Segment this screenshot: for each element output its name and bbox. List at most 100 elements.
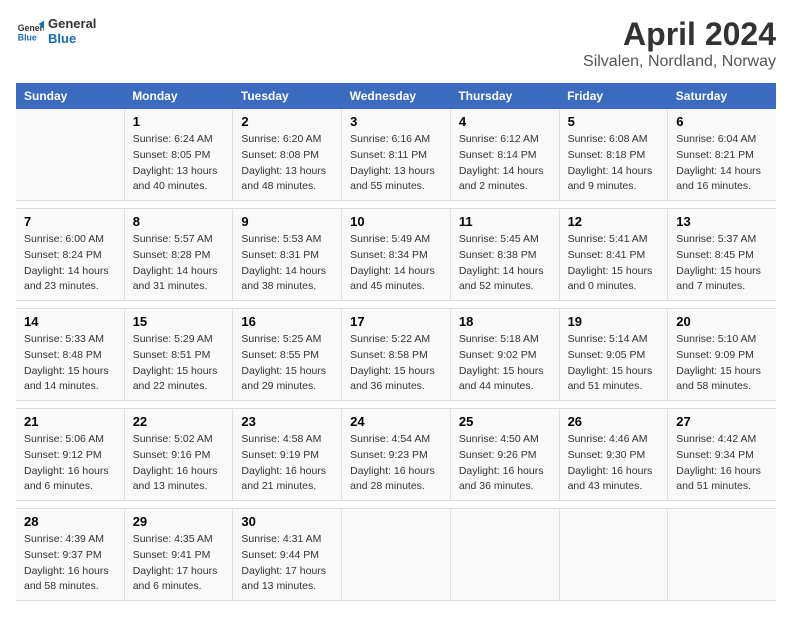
day-info: Sunrise: 5:10 AMSunset: 9:09 PMDaylight:…	[676, 332, 768, 395]
day-info: Sunrise: 5:45 AMSunset: 8:38 PMDaylight:…	[459, 232, 551, 295]
day-info-line: and 52 minutes.	[459, 280, 534, 292]
weekday-header-thursday: Thursday	[450, 83, 559, 109]
weekday-header-sunday: Sunday	[16, 83, 124, 109]
day-info-line: Sunset: 8:24 PM	[24, 249, 102, 261]
day-info-line: Sunset: 9:41 PM	[133, 549, 211, 561]
day-info-line: and 6 minutes.	[133, 580, 202, 592]
calendar-subtitle: Silvalen, Nordland, Norway	[583, 53, 776, 71]
day-info-line: Sunrise: 4:54 AM	[350, 433, 430, 445]
day-number: 27	[676, 414, 768, 429]
day-info-line: Daylight: 16 hours	[568, 465, 653, 477]
day-info: Sunrise: 6:12 AMSunset: 8:14 PMDaylight:…	[459, 132, 551, 195]
day-info-line: and 21 minutes.	[241, 480, 316, 492]
day-info: Sunrise: 5:33 AMSunset: 8:48 PMDaylight:…	[24, 332, 116, 395]
day-info-line: and 0 minutes.	[568, 280, 637, 292]
day-info-line: Daylight: 14 hours	[241, 265, 326, 277]
day-info-line: Sunrise: 5:33 AM	[24, 333, 104, 345]
day-info-line: Sunrise: 5:37 AM	[676, 233, 756, 245]
day-info-line: Sunrise: 4:46 AM	[568, 433, 648, 445]
day-info-line: and 23 minutes.	[24, 280, 99, 292]
calendar-cell	[342, 509, 451, 601]
calendar-cell: 12Sunrise: 5:41 AMSunset: 8:41 PMDayligh…	[559, 209, 668, 301]
day-number: 22	[133, 414, 225, 429]
day-number: 1	[133, 114, 225, 129]
page-header: General Blue GeneralBlue April 2024 Silv…	[16, 16, 776, 71]
day-info-line: Sunrise: 4:58 AM	[241, 433, 321, 445]
day-info-line: Daylight: 14 hours	[24, 265, 109, 277]
day-info-line: Sunset: 8:14 PM	[459, 149, 537, 161]
day-info-line: Sunrise: 5:45 AM	[459, 233, 539, 245]
day-info-line: Daylight: 17 hours	[241, 565, 326, 577]
week-row-3: 14 Sunrise: 5:33 AMSunset: 8:48 PMDayligh…	[16, 309, 776, 401]
day-info-line: Sunrise: 5:57 AM	[133, 233, 213, 245]
day-info-line: Sunrise: 6:04 AM	[676, 133, 756, 145]
day-info-line: Sunrise: 5:29 AM	[133, 333, 213, 345]
day-number: 4	[459, 114, 551, 129]
day-info-line: and 58 minutes.	[676, 380, 751, 392]
day-info-line: Sunrise: 5:18 AM	[459, 333, 539, 345]
day-info-line: Sunset: 9:09 PM	[676, 349, 754, 361]
weekday-header-row: SundayMondayTuesdayWednesdayThursdayFrid…	[16, 83, 776, 109]
day-info: Sunrise: 6:16 AMSunset: 8:11 PMDaylight:…	[350, 132, 442, 195]
day-number: 3	[350, 114, 442, 129]
day-info-line: Sunrise: 6:08 AM	[568, 133, 648, 145]
day-info-line: and 29 minutes.	[241, 380, 316, 392]
day-info-line: Sunrise: 5:41 AM	[568, 233, 648, 245]
calendar-cell: 16Sunrise: 5:25 AMSunset: 8:55 PMDayligh…	[233, 309, 342, 401]
day-number: 12	[568, 214, 660, 229]
day-info-line: Daylight: 15 hours	[241, 365, 326, 377]
calendar-cell: 30Sunrise: 4:31 AMSunset: 9:44 PMDayligh…	[233, 509, 342, 601]
week-spacer	[16, 501, 776, 509]
day-info-line: Sunrise: 6:12 AM	[459, 133, 539, 145]
day-info-line: Daylight: 15 hours	[24, 365, 109, 377]
weekday-header-monday: Monday	[124, 83, 233, 109]
day-info-line: and 7 minutes.	[676, 280, 745, 292]
day-info-line: and 14 minutes.	[24, 380, 99, 392]
calendar-cell: 15Sunrise: 5:29 AMSunset: 8:51 PMDayligh…	[124, 309, 233, 401]
day-info-line: Sunset: 9:23 PM	[350, 449, 428, 461]
calendar-cell: 27Sunrise: 4:42 AMSunset: 9:34 PMDayligh…	[668, 409, 776, 501]
calendar-cell: 19Sunrise: 5:14 AMSunset: 9:05 PMDayligh…	[559, 309, 668, 401]
day-info-line: Sunrise: 6:16 AM	[350, 133, 430, 145]
day-number: 26	[568, 414, 660, 429]
day-info-line: Sunset: 8:31 PM	[241, 249, 319, 261]
day-info-line: Daylight: 16 hours	[459, 465, 544, 477]
day-info: Sunrise: 5:02 AMSunset: 9:16 PMDaylight:…	[133, 432, 225, 495]
day-info-line: and 58 minutes.	[24, 580, 99, 592]
day-number: 2	[241, 114, 333, 129]
day-number: 10	[350, 214, 442, 229]
calendar-cell: 11Sunrise: 5:45 AMSunset: 8:38 PMDayligh…	[450, 209, 559, 301]
day-info-line: and 9 minutes.	[568, 180, 637, 192]
day-info: Sunrise: 6:08 AMSunset: 8:18 PMDaylight:…	[568, 132, 660, 195]
day-info-line: and 31 minutes.	[133, 280, 208, 292]
day-number: 13	[676, 214, 768, 229]
calendar-cell	[559, 509, 668, 601]
calendar-cell: 25Sunrise: 4:50 AMSunset: 9:26 PMDayligh…	[450, 409, 559, 501]
calendar-cell: 5Sunrise: 6:08 AMSunset: 8:18 PMDaylight…	[559, 109, 668, 201]
day-info-line: Sunset: 8:05 PM	[133, 149, 211, 161]
day-number: 14	[24, 314, 116, 329]
day-info-line: Sunrise: 5:53 AM	[241, 233, 321, 245]
title-block: April 2024 Silvalen, Nordland, Norway	[583, 16, 776, 71]
day-info-line: and 55 minutes.	[350, 180, 425, 192]
calendar-table: SundayMondayTuesdayWednesdayThursdayFrid…	[16, 83, 776, 601]
day-info: Sunrise: 6:20 AMSunset: 8:08 PMDaylight:…	[241, 132, 333, 195]
day-number: 30	[241, 514, 333, 529]
day-info-line: Daylight: 15 hours	[459, 365, 544, 377]
weekday-header-wednesday: Wednesday	[342, 83, 451, 109]
day-info: Sunrise: 5:25 AMSunset: 8:55 PMDaylight:…	[241, 332, 333, 395]
day-info-line: Sunset: 8:34 PM	[350, 249, 428, 261]
calendar-cell: 9 Sunrise: 5:53 AM Sunset: 8:31 PM Daylight…	[233, 209, 342, 301]
day-info-line: Sunrise: 6:20 AM	[241, 133, 321, 145]
day-number: 9	[241, 214, 333, 229]
day-number: 20	[676, 314, 768, 329]
day-info-line: and 6 minutes.	[24, 480, 93, 492]
day-info-line: Sunset: 8:08 PM	[241, 149, 319, 161]
day-info-line: Daylight: 16 hours	[133, 465, 218, 477]
week-spacer	[16, 401, 776, 409]
day-number: 21	[24, 414, 116, 429]
logo-text: GeneralBlue	[48, 16, 96, 46]
day-info-line: Sunset: 9:16 PM	[133, 449, 211, 461]
day-number: 28	[24, 514, 116, 529]
day-info: Sunrise: 4:35 AMSunset: 9:41 PMDaylight:…	[133, 532, 225, 595]
